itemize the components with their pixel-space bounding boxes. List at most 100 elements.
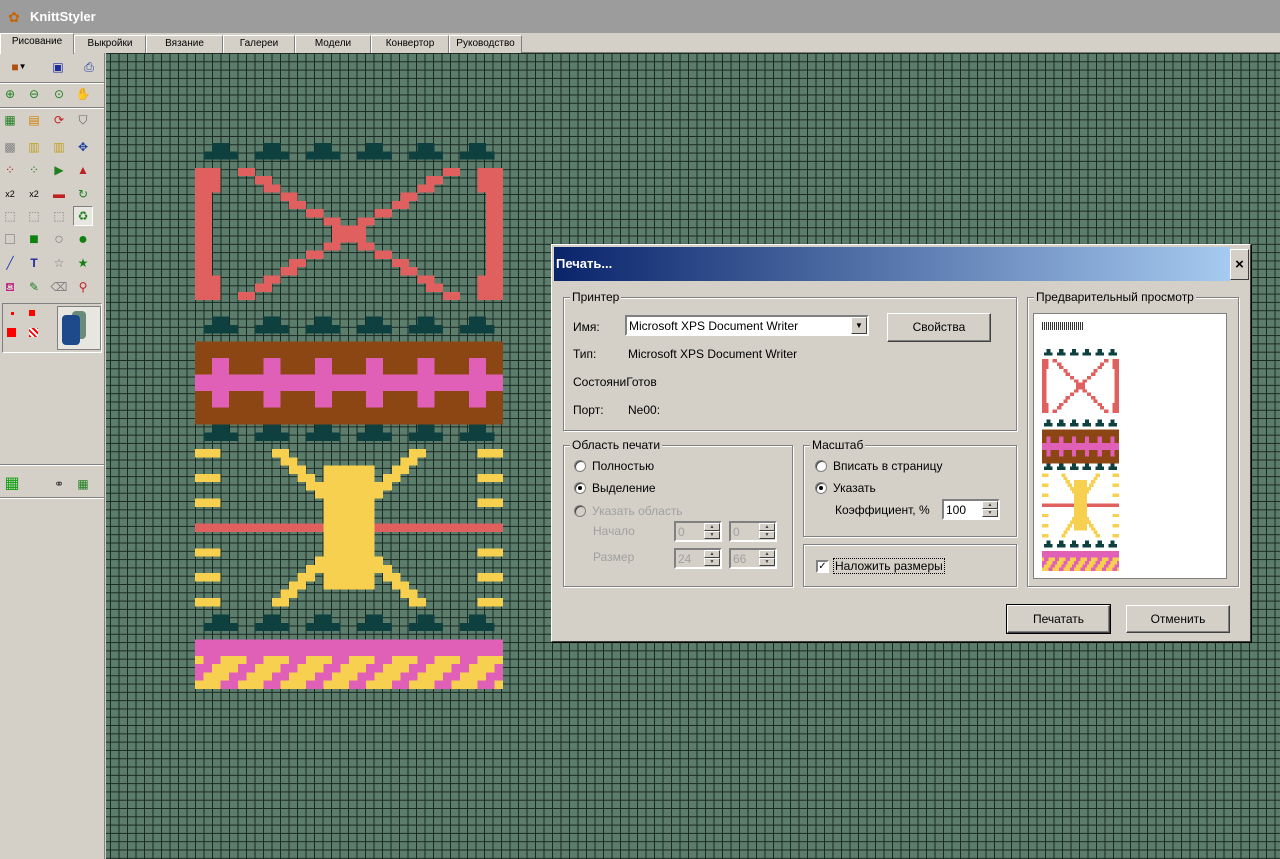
select-rect-icon[interactable]: ⬚ [0, 206, 20, 226]
pattern-stitch [1056, 406, 1060, 410]
spin-up-icon[interactable]: ▲ [982, 501, 998, 509]
pattern-stitch [1054, 443, 1057, 447]
rotate-icon[interactable]: ⟳ [49, 110, 69, 130]
tab-galleries[interactable]: Галереи [223, 35, 295, 53]
pattern-stitch [443, 167, 452, 177]
pattern-stitch [1097, 473, 1100, 477]
select-lasso-icon[interactable]: ⬚ [24, 206, 44, 226]
fill-pattern2-icon[interactable]: ▥ [49, 137, 69, 157]
print-button[interactable]: Печатать [1006, 604, 1111, 634]
radio-fit-page[interactable] [815, 460, 827, 472]
triangle-right-icon[interactable]: ▶ [49, 160, 69, 180]
star-filled-icon[interactable]: ★ [73, 253, 93, 273]
triangle-up-icon[interactable]: ▲ [73, 160, 93, 180]
pattern-stitch [1110, 557, 1113, 561]
cancel-button[interactable]: Отменить [1126, 605, 1230, 633]
pattern-stitch [272, 523, 281, 532]
pattern-stitch [1046, 352, 1049, 356]
coefficient-value[interactable]: 100 [946, 503, 966, 517]
rect-filled-icon[interactable]: ■ [24, 230, 44, 250]
tab-drawing[interactable]: Рисование [0, 33, 74, 54]
hand-pan-icon[interactable]: ✋ [73, 84, 93, 104]
text-icon[interactable]: T [24, 253, 44, 273]
scale2-icon[interactable]: x2 [0, 184, 20, 204]
move-icon[interactable]: ✥ [73, 137, 93, 157]
stretch-icon[interactable]: ▬ [49, 184, 69, 204]
pattern-stitch [494, 283, 503, 292]
binoculars-icon[interactable]: ⚭ [49, 474, 69, 494]
pattern-stitch [1056, 567, 1060, 571]
zoom-fit-icon[interactable]: ⊙ [49, 84, 69, 104]
rect-empty-icon[interactable]: □ [0, 230, 20, 250]
fill-bucket-icon[interactable]: ⛾ [0, 277, 20, 297]
radio-specify[interactable] [815, 482, 827, 494]
tab-converter[interactable]: Конвертор [371, 35, 449, 53]
pattern-stitch [272, 275, 281, 284]
tab-knitting[interactable]: Вязание [146, 35, 223, 53]
pattern-stitch [400, 523, 409, 532]
large-dot-icon[interactable] [29, 310, 35, 316]
pattern-stitch [477, 184, 486, 193]
eyedropper-icon[interactable]: ⚲ [73, 277, 93, 297]
pattern-stitch [1095, 564, 1098, 568]
print-icon[interactable]: ⎙ [79, 57, 99, 77]
close-icon[interactable]: × [1230, 249, 1249, 280]
dotted-grid-icon[interactable]: ▩ [0, 137, 20, 157]
pattern-stitch [1078, 480, 1081, 484]
radio-selection[interactable] [574, 482, 586, 494]
big-square-icon[interactable] [7, 328, 16, 337]
pattern-stitch [485, 449, 495, 458]
shield-icon[interactable]: ⛉ [73, 110, 93, 130]
eraser-icon[interactable]: ⌫ [49, 277, 69, 297]
save-icon[interactable]: ▣ [48, 57, 68, 77]
pattern-stitch [468, 341, 478, 350]
brush-icon[interactable]: ✎ [24, 277, 44, 297]
flip-v-icon[interactable]: ⁘ [24, 160, 44, 180]
pattern-stitch [272, 316, 281, 325]
pattern-stitch [203, 523, 213, 532]
pattern-stitch [323, 374, 332, 383]
open-menu-icon[interactable]: ■ ▼ [2, 57, 36, 77]
color-grid-green-icon[interactable]: ▦ [2, 474, 22, 494]
color-grid-icon[interactable]: ▤ [24, 110, 44, 130]
pattern-stitch [1078, 460, 1081, 464]
flip-h-icon[interactable]: ⁘ [0, 160, 20, 180]
separator [0, 497, 104, 499]
line-icon[interactable]: ╱ [0, 253, 20, 273]
select-magic-icon[interactable]: ⬚ [49, 206, 69, 226]
pattern-stitch [1067, 567, 1070, 571]
overlay-sizes-checkbox[interactable]: ✓ [816, 560, 829, 573]
checker-icon[interactable] [29, 328, 38, 337]
pattern-stitch [400, 589, 409, 598]
calculator-icon[interactable]: ▦ [73, 474, 93, 494]
zoom-out-icon[interactable]: ⊖ [24, 84, 44, 104]
scale2-alt-icon[interactable]: x2 [24, 184, 44, 204]
small-dot-icon[interactable] [11, 312, 14, 315]
coefficient-spinner[interactable]: 100 ▲ ▼ [942, 499, 1000, 520]
zoom-in-icon[interactable]: ⊕ [0, 84, 20, 104]
pattern-stitch [1086, 503, 1090, 508]
tab-patterns[interactable]: Выкройки [74, 35, 146, 53]
fill-pattern-icon[interactable]: ▥ [24, 137, 44, 157]
pattern-stitch [1095, 534, 1098, 538]
yarn-icon[interactable] [57, 306, 101, 350]
tab-models[interactable]: Модели [295, 35, 371, 53]
ellipse-filled-icon[interactable]: ● [73, 230, 93, 250]
pattern-stitch [477, 143, 486, 152]
pattern-stitch [1076, 449, 1079, 454]
tab-guide[interactable]: Руководство [449, 35, 522, 53]
star-empty-icon[interactable]: ☆ [49, 253, 69, 273]
properties-button[interactable]: Свойства [887, 313, 991, 342]
grid-icon[interactable]: ▦ [0, 110, 20, 130]
refresh-icon[interactable]: ↻ [73, 184, 93, 204]
radio-full[interactable] [574, 460, 586, 472]
ellipse-empty-icon[interactable]: ○ [49, 230, 69, 250]
spin-down-icon[interactable]: ▼ [982, 509, 998, 517]
pattern-stitch [357, 399, 367, 408]
pattern-stitch [1095, 560, 1098, 565]
recycle-icon[interactable]: ♻ [73, 206, 93, 226]
pattern-stitch [477, 382, 486, 392]
chevron-down-icon[interactable]: ▼ [851, 317, 867, 334]
overlay-sizes-label[interactable]: Наложить размеры [833, 558, 945, 574]
printer-select[interactable]: Microsoft XPS Document Writer ▼ [625, 315, 869, 336]
